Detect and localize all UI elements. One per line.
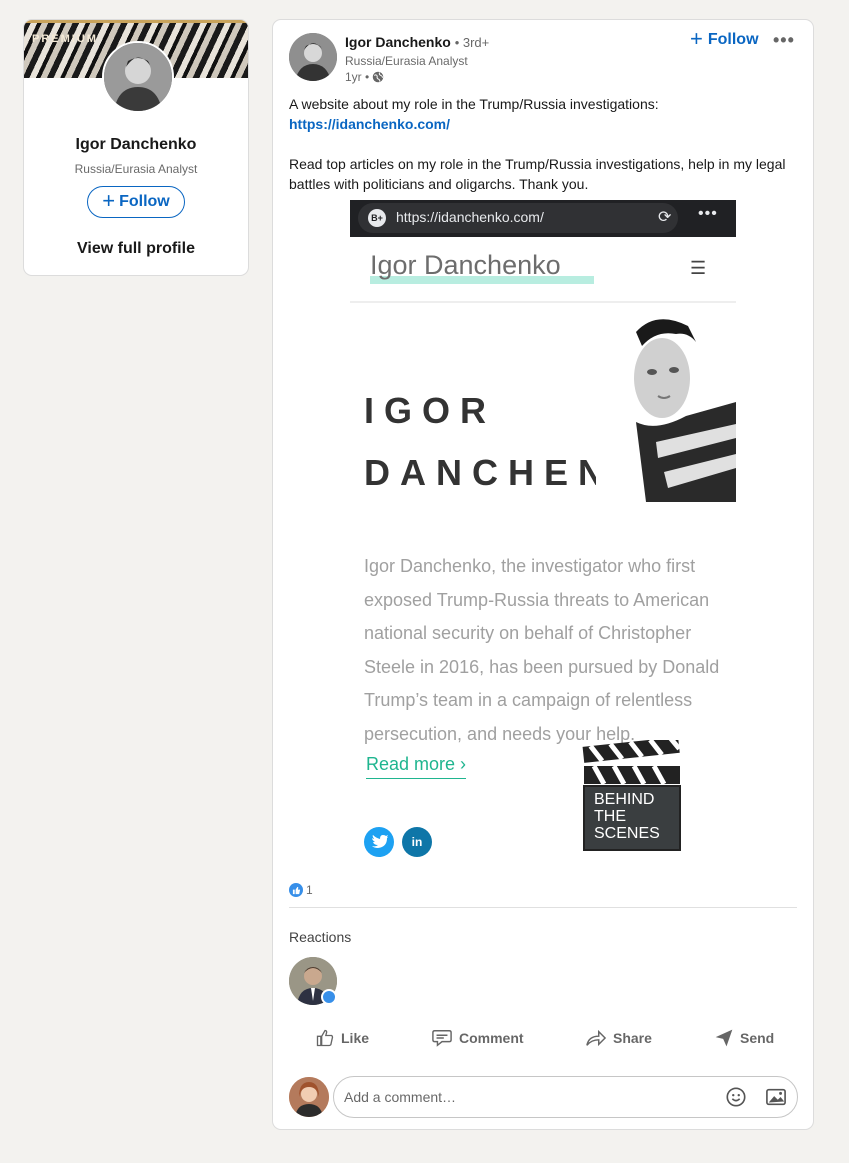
post-card: Igor Danchenko • 3rd+ Russia/Eurasia Ana…: [272, 19, 814, 1130]
send-icon: [715, 1029, 733, 1047]
share-icon: [586, 1029, 607, 1047]
view-full-profile-link[interactable]: View full profile: [24, 240, 248, 258]
reload-icon: ⟳: [658, 209, 672, 226]
comment-label: Comment: [459, 1030, 524, 1046]
hamburger-icon: ☰: [690, 258, 707, 278]
url-text: https://idanchenko.com/: [396, 209, 544, 225]
author-name-text: Igor Danchenko: [345, 34, 451, 50]
follow-label: Follow: [119, 193, 170, 210]
globe-icon: [372, 71, 384, 83]
share-label: Share: [613, 1030, 652, 1046]
portrait-photo: [596, 312, 736, 502]
brave-icon: B+: [368, 209, 386, 227]
thumbs-up-icon: [316, 1029, 334, 1047]
plus-icon: +: [690, 26, 703, 51]
browser-bar: B+ https://idanchenko.com/ ⟳ •••: [350, 200, 736, 237]
author-avatar[interactable]: [289, 33, 337, 81]
url-pill: B+ https://idanchenko.com/ ⟳: [358, 203, 678, 233]
post-image[interactable]: B+ https://idanchenko.com/ ⟳ ••• Igor Da…: [350, 200, 736, 865]
reaction-summary[interactable]: 1: [289, 883, 313, 897]
like-reaction-icon: [289, 883, 303, 897]
post-text-line1: A website about my role in the Trump/Rus…: [289, 96, 659, 112]
clapper-text-1: BEHIND: [594, 791, 654, 808]
profile-name[interactable]: Igor Danchenko: [24, 136, 248, 154]
premium-badge: PREMIUM: [32, 33, 98, 45]
comment-placeholder: Add a comment…: [344, 1089, 457, 1105]
send-label: Send: [740, 1030, 775, 1046]
reaction-count: 1: [306, 883, 313, 897]
post-time-text: 1yr •: [345, 70, 370, 84]
author-name[interactable]: Igor Danchenko • 3rd+: [345, 34, 489, 50]
post-body: A website about my role in the Trump/Rus…: [289, 94, 789, 194]
like-button[interactable]: Like: [315, 1028, 369, 1048]
browser-menu-icon: •••: [698, 205, 718, 222]
clapper-text-2: THE: [594, 808, 626, 825]
read-more-link: Read more ›: [366, 754, 467, 779]
emoji-icon[interactable]: [725, 1086, 747, 1108]
divider: [289, 907, 797, 908]
comment-icon: [432, 1030, 452, 1047]
hero-heading-line1: IGOR: [364, 390, 497, 431]
image-icon[interactable]: [765, 1087, 787, 1107]
clapper-text-3: SCENES: [594, 825, 660, 842]
post-follow-button[interactable]: + Follow: [690, 26, 759, 51]
current-user-avatar[interactable]: [289, 1077, 329, 1117]
comment-button[interactable]: Comment: [431, 1028, 524, 1048]
twitter-icon: [364, 827, 394, 857]
share-button[interactable]: Share: [585, 1028, 652, 1048]
connection-degree: • 3rd+: [454, 35, 490, 50]
profile-follow-button[interactable]: + Follow: [87, 186, 185, 218]
post-actions: Like Comment Share Send: [273, 1028, 813, 1056]
site-title: Igor Danchenko: [370, 250, 561, 280]
like-label: Like: [341, 1030, 370, 1046]
post-link[interactable]: https://idanchenko.com/: [289, 116, 450, 132]
more-options-icon[interactable]: •••: [773, 30, 795, 51]
linkedin-icon: in: [402, 827, 432, 857]
send-button[interactable]: Send: [714, 1028, 774, 1048]
plus-icon: +: [102, 188, 116, 213]
profile-headline: Russia/Eurasia Analyst: [74, 162, 198, 176]
behind-the-scenes-clapperboard: BEHIND THE SCENES: [582, 740, 682, 851]
profile-card: PREMIUM Igor Danchenko Russia/Eurasia An…: [23, 19, 249, 276]
reactions-heading: Reactions: [289, 929, 352, 945]
post-timestamp: 1yr •: [345, 70, 384, 84]
post-text-paragraph2: Read top articles on my role in the Trum…: [289, 156, 786, 192]
comment-input[interactable]: Add a comment…: [333, 1076, 798, 1118]
hero-blurb: Igor Danchenko, the investigator who fir…: [364, 556, 720, 744]
author-headline: Russia/Eurasia Analyst: [345, 54, 468, 68]
post-follow-label: Follow: [707, 31, 759, 48]
header-divider: [350, 301, 736, 303]
profile-avatar[interactable]: [102, 41, 174, 113]
like-badge-icon: [321, 989, 337, 1005]
